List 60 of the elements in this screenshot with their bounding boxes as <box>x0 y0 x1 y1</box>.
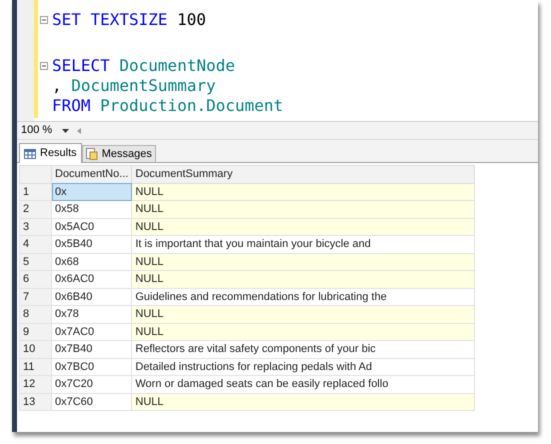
table-cell: Guidelines and recommendations for lubricating the <box>132 288 475 306</box>
table-cell: Detailed instructions for replacing pedals with Ad <box>132 358 475 376</box>
row-number: 8 <box>20 306 52 323</box>
table-cell: NULL <box>132 183 475 200</box>
table-cell: 0x78 <box>52 306 132 323</box>
row-number: 4 <box>20 236 52 253</box>
row-number: 3 <box>20 218 52 236</box>
table-cell: 0x7C20 <box>52 376 132 393</box>
row-number: 1 <box>20 183 52 200</box>
grid-icon <box>24 148 36 158</box>
table-cell: 0x6AC0 <box>52 270 132 288</box>
table-cell: It is important that you maintain your bicycle and <box>132 236 475 253</box>
table-cell: 0x <box>52 183 132 200</box>
row-number: 9 <box>20 323 52 340</box>
table-cell: NULL <box>132 200 475 218</box>
scroll-left-icon[interactable] <box>77 128 82 134</box>
results-tab[interactable]: Results <box>19 143 82 163</box>
code-token: 100 <box>177 9 206 31</box>
code-token: SET <box>52 9 81 31</box>
table-cell: 0x5B40 <box>52 236 132 253</box>
code-token: SELECT <box>52 55 110 77</box>
table-cell: 0x68 <box>52 253 132 270</box>
table-cell: NULL <box>132 393 475 410</box>
zoom-dropdown[interactable]: 100 % <box>19 122 72 139</box>
row-number: 6 <box>20 270 52 288</box>
row-number: 5 <box>20 253 52 270</box>
table-cell: NULL <box>132 306 475 323</box>
collapse-icon[interactable] <box>40 16 48 24</box>
caret-icon <box>62 128 70 132</box>
results-tab[interactable]: Messages <box>82 145 156 162</box>
row-number: 11 <box>20 358 52 376</box>
row-number: 12 <box>20 376 52 393</box>
row-number: 7 <box>20 288 52 306</box>
corner-header <box>20 166 52 183</box>
table-cell: NULL <box>132 270 475 288</box>
table-cell: 0x5AC0 <box>52 218 132 236</box>
code-token: DocumentSummary <box>71 75 216 97</box>
code-token: FROM <box>52 95 91 117</box>
table-cell: NULL <box>132 323 475 340</box>
table-cell: 0x7AC0 <box>52 323 132 340</box>
code-token: DocumentNode <box>119 55 235 77</box>
code-token: TEXTSIZE <box>90 9 168 31</box>
table-cell: NULL <box>132 218 475 236</box>
table-cell: 0x6B40 <box>52 288 132 306</box>
column-header[interactable]: DocumentNo... <box>52 166 132 183</box>
code-token: Production.Document <box>100 95 284 117</box>
collapse-icon[interactable] <box>40 62 48 70</box>
table-cell: 0x7B40 <box>52 340 132 358</box>
table-cell: Reflectors are vital safety components of your bic <box>132 340 475 358</box>
table-cell: NULL <box>132 253 475 270</box>
code-token: , <box>52 75 62 97</box>
table-cell: Worn or damaged seats can be easily replaced follo <box>132 376 475 393</box>
row-number: 13 <box>20 393 52 410</box>
column-header[interactable]: DocumentSummary <box>132 166 475 183</box>
table-cell: 0x58 <box>52 200 132 218</box>
table-cell: 0x7BC0 <box>52 358 132 376</box>
row-number: 2 <box>20 200 52 218</box>
table-cell: 0x7C60 <box>52 393 132 410</box>
row-number: 10 <box>20 340 52 358</box>
document-icon <box>86 148 98 160</box>
